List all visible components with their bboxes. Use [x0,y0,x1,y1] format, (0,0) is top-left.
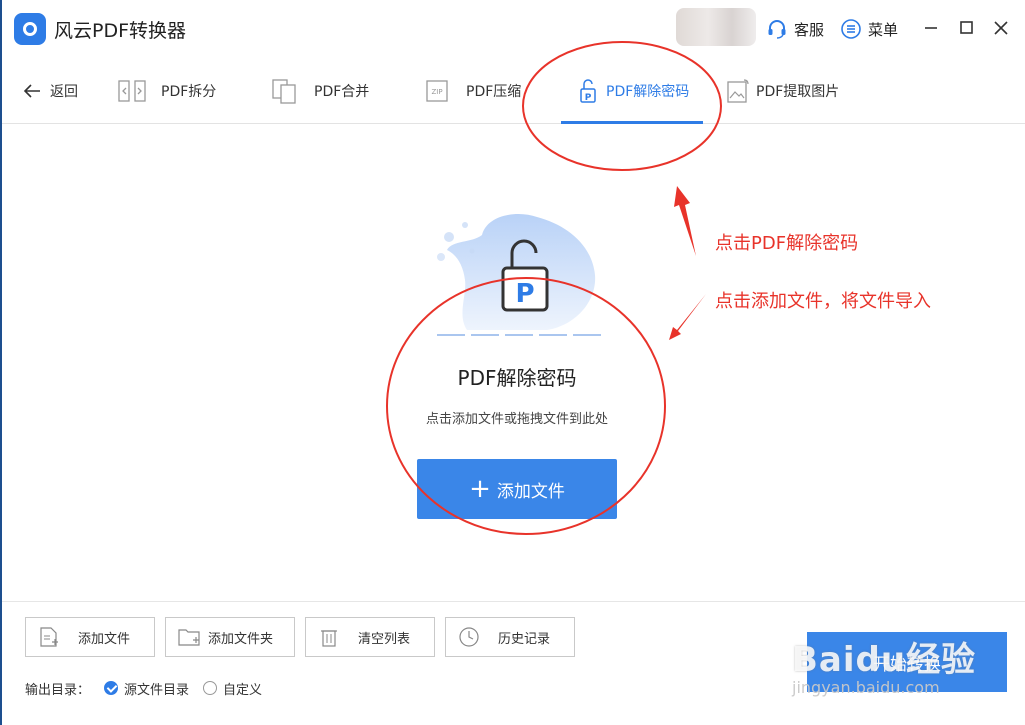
annotation-arrow-left [669,294,706,340]
history-button[interactable]: 历史记录 [445,617,575,657]
radio-custom-directory[interactable] [203,681,218,695]
annotation-note-unlock: 点击PDF解除密码 [715,233,859,254]
unlock-icon: P [580,79,596,103]
maximize-icon[interactable] [955,16,979,40]
plus-icon: + [469,474,491,504]
output-directory-row: 输出目录： 源文件目录 自定义 [25,679,263,698]
bottom-add-file-label: 添加文件 [78,631,131,647]
bottom-add-file-button[interactable]: 添加文件 [25,617,155,657]
add-folder-button[interactable]: 添加文件夹 [165,617,295,657]
tab-pdf-split[interactable]: PDF拆分 [117,58,216,124]
annotation-note-add-file: 点击添加文件，将文件导入 [715,291,931,312]
tab-pdf-compress[interactable]: ZIP PDF压缩 [422,58,521,124]
tab-back[interactable]: 返回 [22,58,78,124]
menu-label: 菜单 [868,20,899,39]
tab-back-label: 返回 [50,84,78,100]
add-file-button[interactable]: + 添加文件 [417,459,617,519]
drop-hint: 点击添加文件或拖拽文件到此处 [425,412,608,427]
tool-tab-bar: 返回 PDF拆分 PDF合并 ZIP PDF压缩 P PDF解除密码 PDF提取… [2,58,1025,124]
split-icon [118,80,146,102]
user-avatar[interactable] [676,8,756,46]
tab-unlock-label: PDF解除密码 [606,84,690,100]
menu-list-icon [841,19,861,39]
bottom-divider [2,601,1025,602]
trash-icon [321,630,337,647]
headset-icon [768,20,786,39]
annotation-arrow-up [674,186,696,256]
tab-extract-label: PDF提取图片 [756,84,840,100]
add-folder-icon [178,629,200,646]
app-logo-icon [14,13,46,45]
merge-icon [272,79,296,104]
close-icon[interactable] [989,16,1013,40]
watermark-main: Baidu经验 [792,640,977,680]
zip-icon: ZIP [426,80,448,102]
minimize-icon[interactable] [920,16,944,40]
clear-list-label: 清空列表 [358,631,411,647]
source-directory-label: 源文件目录 [124,682,190,698]
custom-directory-label: 自定义 [223,682,263,698]
clock-icon [459,627,479,647]
output-directory-label: 输出目录： [25,682,91,698]
baidu-watermark: Baidu经验 jingyan.baidu.com [792,612,992,702]
unlock-illustration: P [437,214,602,336]
tab-split-label: PDF拆分 [161,84,217,100]
add-file-icon [40,627,58,647]
clear-list-button[interactable]: 清空列表 [305,617,435,657]
menu-button[interactable]: 菜单 [840,17,898,41]
tab-pdf-unlock[interactable]: P PDF解除密码 [578,58,689,124]
customer-service-button[interactable]: 客服 [766,17,824,41]
tab-merge-label: PDF合并 [314,84,370,100]
title-bar: 风云PDF转换器 客服 菜单 [2,0,1025,58]
customer-service-label: 客服 [794,20,825,39]
radio-source-directory[interactable] [104,681,119,695]
tab-pdf-merge[interactable]: PDF合并 [270,58,369,124]
tab-pdf-extract-images[interactable]: PDF提取图片 [726,58,839,124]
active-tab-indicator [561,121,703,124]
add-folder-label: 添加文件夹 [208,631,274,647]
svg-text:P: P [585,93,592,103]
svg-text:ZIP: ZIP [431,88,442,96]
app-window: 风云PDF转换器 客服 菜单 返回 PDF拆分 PDF合并 ZIP PDF压缩 … [0,0,1025,725]
app-title: 风云PDF转换器 [54,20,187,42]
svg-text:P: P [515,279,534,309]
main-title: PDF解除密码 [457,366,577,390]
tab-compress-label: PDF压缩 [466,84,522,100]
arrow-left-icon [23,84,40,98]
image-icon [727,79,749,103]
history-label: 历史记录 [498,631,551,647]
watermark-sub: jingyan.baidu.com [792,678,940,697]
add-file-label: 添加文件 [496,481,565,502]
